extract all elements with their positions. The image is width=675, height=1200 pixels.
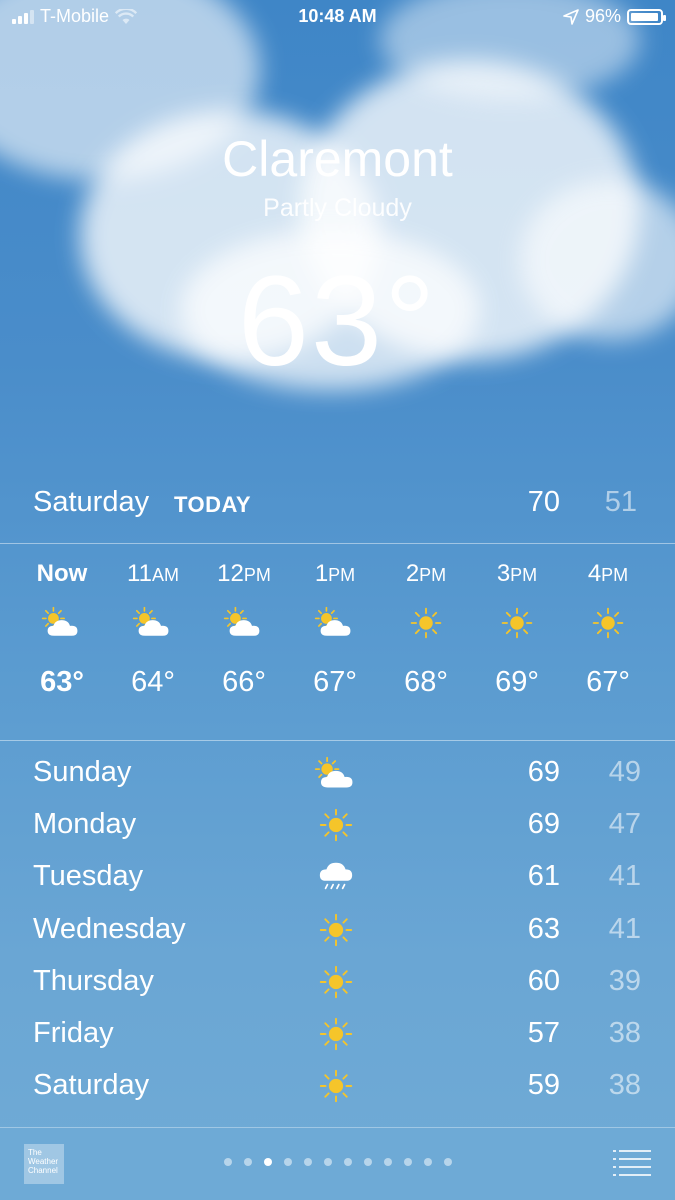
day-name: Wednesday: [33, 912, 186, 945]
hourly-item: Now 63°: [16, 546, 108, 699]
day-low: 39: [608, 964, 641, 997]
sun-icon: [562, 592, 654, 654]
location-arrow-icon: [563, 8, 579, 25]
daily-row: Friday 57 38: [0, 1009, 675, 1061]
daily-row: Tuesday 61 41: [0, 852, 675, 904]
page-dot[interactable]: [403, 1158, 412, 1166]
day-high: 57: [527, 1016, 560, 1049]
sun-icon: [312, 1013, 360, 1055]
page-dot[interactable]: [343, 1158, 352, 1166]
divider: [0, 543, 675, 544]
sun-icon: [471, 592, 563, 654]
day-name: Sunday: [33, 756, 132, 788]
divider: [0, 740, 675, 741]
hour-label: Now: [36, 560, 88, 587]
today-high: 70: [527, 486, 560, 518]
hourly-item: 12PM 66°: [198, 546, 290, 699]
day-name: Friday: [33, 1016, 114, 1049]
bottom-toolbar: The Weather Channel: [0, 1127, 675, 1200]
page-dot[interactable]: [283, 1158, 292, 1166]
day-high: 60: [527, 964, 560, 997]
partly-cloudy-icon: [107, 592, 199, 654]
hourly-item: 11AM 64°: [107, 546, 199, 699]
hourly-item: 2PM 68°: [380, 546, 472, 699]
partly-cloudy-icon: [198, 592, 290, 654]
day-high: 59: [527, 1069, 560, 1102]
hour-temperature: 63°: [40, 666, 84, 698]
daily-row: Wednesday 63 41: [0, 905, 675, 957]
page-dot[interactable]: [243, 1158, 252, 1166]
hour-label: 11AM: [127, 560, 179, 587]
hour-label: 2PM: [405, 560, 447, 587]
daily-row: Monday 69 47: [0, 800, 675, 852]
page-dot[interactable]: [323, 1158, 332, 1166]
sun-icon: [312, 1065, 360, 1107]
day-name: Saturday: [33, 1069, 150, 1102]
status-bar: T-Mobile 10:48 AM 96%: [0, 0, 675, 34]
page-dot[interactable]: [303, 1158, 312, 1166]
day-name: Monday: [33, 808, 137, 841]
day-low: 38: [608, 1069, 641, 1102]
hour-temperature: 68°: [404, 666, 448, 698]
day-high: 69: [527, 756, 560, 788]
day-low: 47: [608, 808, 641, 841]
current-temperature: 63°: [237, 250, 438, 393]
hour-label: 3PM: [496, 560, 538, 587]
hour-label: 12PM: [217, 560, 271, 587]
hourly-forecast[interactable]: Now 63° 11AM 64° 12PM 66° 1PM 67° 2PM 68° 3PM 6…: [0, 546, 675, 738]
day-name: Tuesday: [33, 860, 144, 893]
battery-icon: [627, 8, 666, 25]
daily-row: Sunday 69 49: [0, 748, 675, 800]
hourly-item: 4PM 67°: [562, 546, 654, 699]
day-low: 49: [608, 756, 641, 788]
today-summary: Saturday TODAY 70 51: [0, 480, 675, 530]
page-dot[interactable]: [443, 1158, 452, 1166]
hourly-item: 1PM 67°: [289, 546, 381, 699]
day-low: 41: [608, 860, 641, 893]
partly-cloudy-icon: [289, 592, 381, 654]
page-dot[interactable]: [383, 1158, 392, 1166]
page-dot[interactable]: [363, 1158, 372, 1166]
today-tag: TODAY: [174, 492, 252, 517]
hour-temperature: 64°: [131, 666, 175, 698]
day-high: 63: [527, 912, 560, 945]
sky-background: [0, 0, 675, 480]
hour-temperature: 69°: [495, 666, 539, 698]
battery-percent: 96%: [584, 6, 621, 26]
day-name: Thursday: [33, 964, 154, 997]
hour-label: 4PM: [587, 560, 629, 587]
page-indicator[interactable]: [0, 1158, 675, 1166]
city-name: Claremont: [222, 131, 453, 187]
today-day: Saturday: [33, 486, 150, 518]
day-low: 41: [608, 912, 641, 945]
day-high: 69: [527, 808, 560, 841]
weather-condition: Partly Cloudy: [263, 194, 412, 222]
hour-temperature: 66°: [222, 666, 266, 698]
day-high: 61: [527, 860, 560, 893]
hour-temperature: 67°: [586, 666, 630, 698]
hourly-item: 3PM 69°: [471, 546, 563, 699]
sun-icon: [312, 804, 360, 846]
daily-row: Saturday 59 38: [0, 1061, 675, 1113]
rain-cloud-icon: [312, 856, 360, 898]
partly-cloudy-icon: [16, 592, 108, 654]
page-dot[interactable]: [223, 1158, 232, 1166]
day-low: 38: [608, 1016, 641, 1049]
city-list-button[interactable]: [613, 1150, 651, 1176]
hour-label: 1PM: [314, 560, 356, 587]
sun-icon: [312, 961, 360, 1003]
today-low: 51: [604, 486, 637, 518]
sun-icon: [380, 592, 472, 654]
hour-temperature: 67°: [313, 666, 357, 698]
daily-forecast[interactable]: Sunday 69 49 Monday 69 47 Tuesday 61 41 Wednesd…: [0, 748, 675, 1128]
daily-row: Thursday 60 39: [0, 957, 675, 1009]
sun-icon: [312, 909, 360, 951]
page-dot[interactable]: [263, 1158, 272, 1166]
page-dot[interactable]: [423, 1158, 432, 1166]
partly-cloudy-icon: [312, 752, 360, 794]
